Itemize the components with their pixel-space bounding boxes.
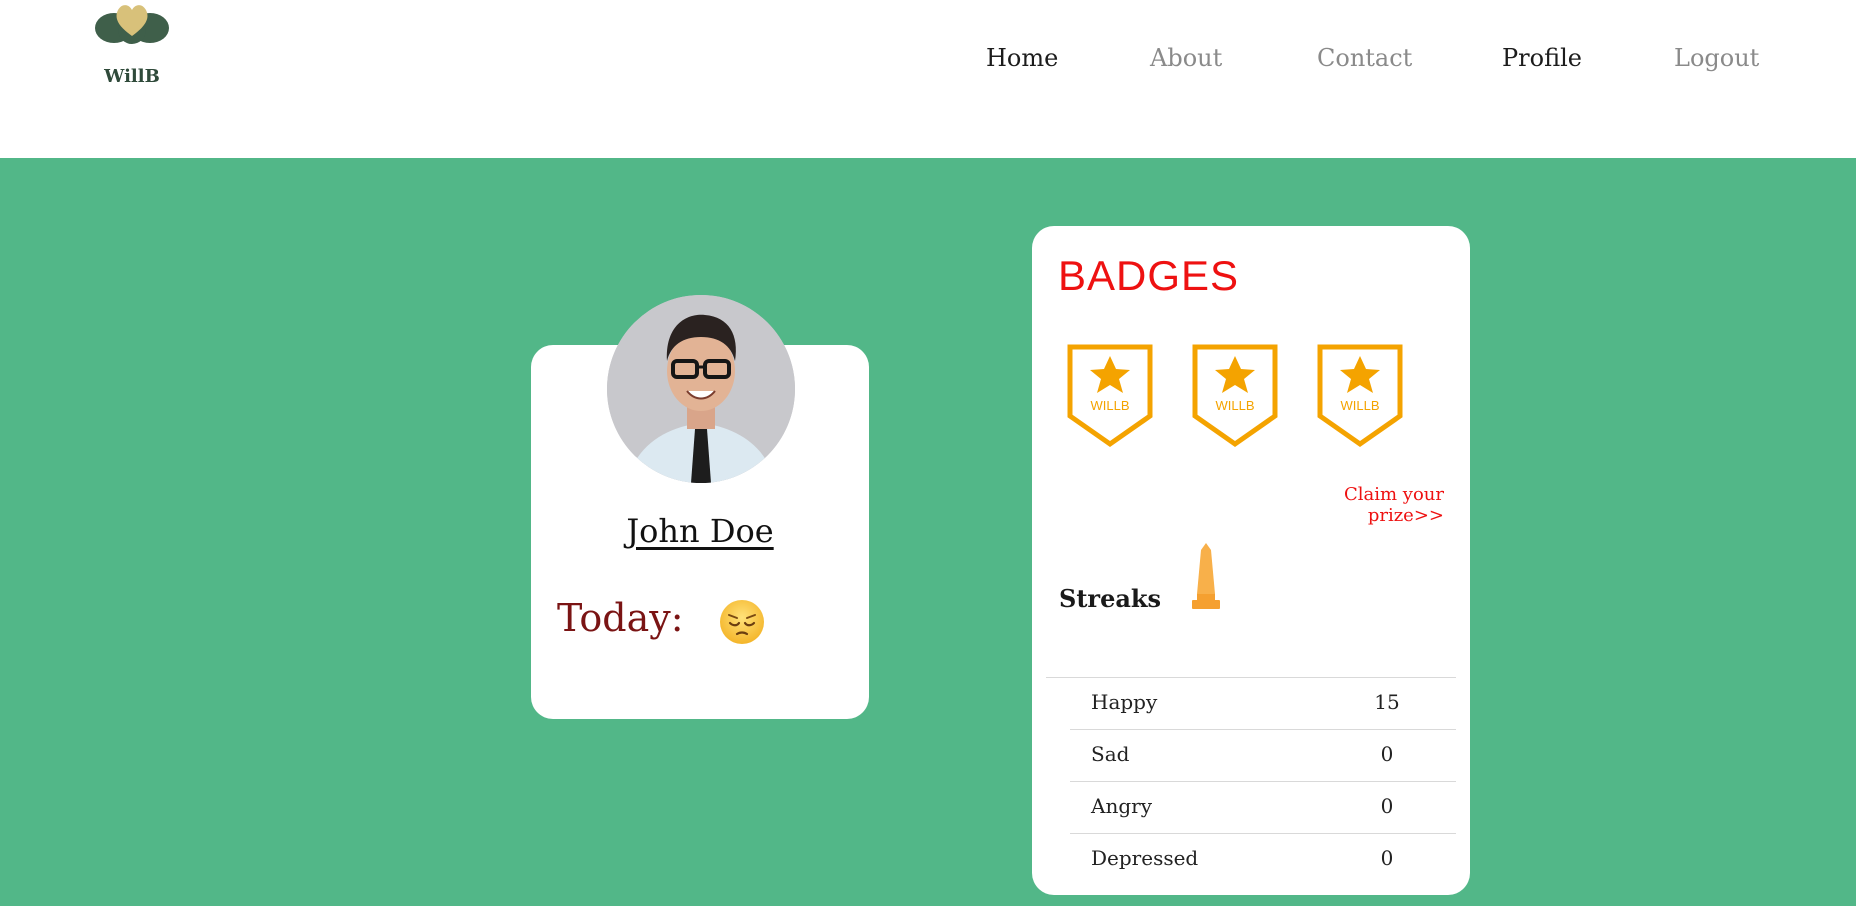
stat-label-angry: Angry (1091, 794, 1152, 818)
heart-clover-logo-icon (95, 5, 169, 44)
stat-label-depressed: Depressed (1091, 846, 1199, 870)
badges-title: BADGES (1058, 252, 1240, 299)
badge-item[interactable]: WILLB (1066, 344, 1154, 448)
star-badge-icon (1067, 344, 1153, 448)
nav-home[interactable]: Home (986, 44, 1058, 72)
badge-label: WILLB (1215, 398, 1255, 413)
stat-label-sad: Sad (1091, 742, 1130, 766)
main-content (0, 158, 1856, 906)
pensive-face-emoji-icon (720, 600, 764, 644)
user-name[interactable]: John Doe (531, 512, 869, 550)
table-row: Angry 0 (1070, 782, 1456, 834)
table-row: Happy 15 (1070, 678, 1456, 730)
brand-name: WillB (104, 66, 160, 87)
badge-item[interactable]: WILLB (1316, 344, 1404, 448)
table-row: Depressed 0 (1070, 834, 1456, 886)
star-badge-icon (1317, 344, 1403, 448)
stat-value-happy: 15 (1374, 690, 1400, 714)
user-avatar-photo (607, 295, 795, 483)
badge-label: WILLB (1090, 398, 1130, 413)
stat-value-angry: 0 (1380, 794, 1394, 818)
nav-contact[interactable]: Contact (1317, 44, 1412, 72)
avatar (607, 295, 795, 483)
brand-logo[interactable]: WillB (92, 0, 172, 92)
nav-about[interactable]: About (1150, 44, 1222, 72)
today-label: Today: (557, 596, 684, 640)
stat-value-depressed: 0 (1380, 846, 1394, 870)
stat-value-sad: 0 (1380, 742, 1394, 766)
stat-label-happy: Happy (1091, 690, 1158, 714)
streaks-label: Streaks (1059, 584, 1162, 613)
star-badge-icon (1192, 344, 1278, 448)
site-header: WillB Home About Contact Profile Logout (0, 0, 1856, 158)
claim-prize-link[interactable]: Claim your prize>> (1280, 484, 1444, 526)
table-row: Sad 0 (1070, 730, 1456, 782)
badge-item[interactable]: WILLB (1191, 344, 1279, 448)
nav-profile[interactable]: Profile (1502, 44, 1582, 72)
nav-logout[interactable]: Logout (1674, 44, 1759, 72)
badge-label: WILLB (1340, 398, 1380, 413)
trophy-icon (1192, 543, 1220, 609)
